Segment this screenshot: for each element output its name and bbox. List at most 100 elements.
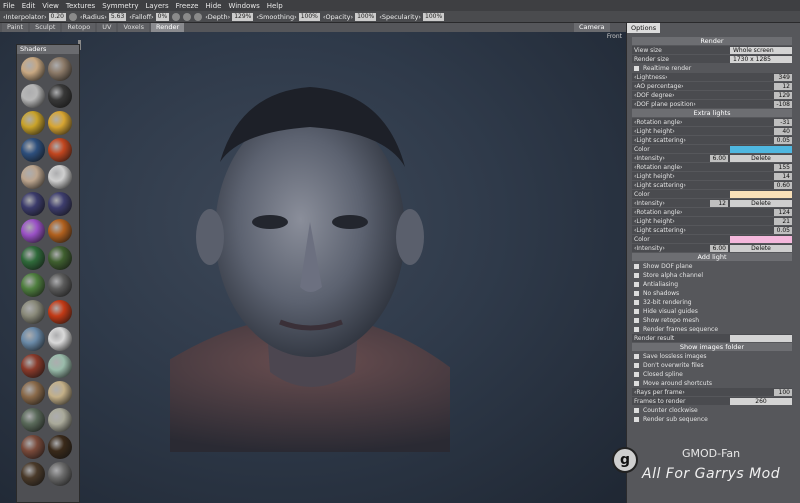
frames-value[interactable]: 260 — [730, 397, 792, 405]
shader-swatch[interactable] — [48, 381, 72, 405]
light2-intensity-row[interactable]: ‹Intensity› 12 Delete — [632, 199, 792, 207]
light3-rotation-value[interactable]: 124 — [774, 208, 792, 216]
show-retopo-check[interactable]: Show retopo mesh — [632, 316, 792, 324]
shader-swatch[interactable] — [21, 354, 45, 378]
show-images-folder-button[interactable]: Show images folder — [632, 343, 792, 351]
shader-swatch[interactable] — [21, 57, 45, 81]
lightness-row[interactable]: ‹Lightness› 349 — [632, 73, 792, 81]
extra-lights-header[interactable]: Extra lights — [632, 109, 792, 117]
add-light-button[interactable]: Add light — [632, 253, 792, 261]
light1-color-swatch[interactable] — [730, 145, 792, 153]
opacity-value[interactable]: 100% — [355, 12, 377, 21]
lock-icon[interactable] — [68, 12, 77, 21]
antialiasing-check[interactable]: Antialiasing — [632, 280, 792, 288]
shader-swatch[interactable] — [48, 57, 72, 81]
menu-edit[interactable]: Edit — [22, 2, 36, 10]
dof-plane-value[interactable]: -108 — [774, 100, 792, 108]
light1-scatter-row[interactable]: ‹Light scattering› 0.05 — [632, 136, 792, 144]
checkbox-icon[interactable] — [634, 416, 639, 422]
view-size-dropdown[interactable]: Whole screen — [730, 46, 792, 54]
shader-swatch[interactable] — [21, 246, 45, 270]
shader-swatch[interactable] — [21, 381, 45, 405]
depth-control[interactable]: ‹Depth› 129% — [205, 12, 254, 21]
ao-row[interactable]: ‹AO percentage› 12 — [632, 82, 792, 90]
render-frames-check[interactable]: Render frames sequence — [632, 325, 792, 333]
checkbox-icon[interactable] — [634, 380, 639, 386]
shader-swatch[interactable] — [21, 165, 45, 189]
specularity-control[interactable]: ‹Specularity› 100% — [379, 12, 445, 21]
lightness-value[interactable]: 349 — [774, 73, 792, 81]
shader-swatch[interactable] — [48, 408, 72, 432]
render-sub-check[interactable]: Render sub sequence — [632, 415, 792, 423]
tab-retopo[interactable]: Retopo — [62, 23, 96, 32]
light3-intensity-row[interactable]: ‹Intensity› 6.00 Delete — [632, 244, 792, 252]
rays-value[interactable]: 100 — [774, 388, 792, 396]
render-size-dropdown[interactable]: 1730 x 1285 — [730, 55, 792, 63]
no-shadows-check[interactable]: No shadows — [632, 289, 792, 297]
checkbox-icon[interactable] — [634, 326, 639, 332]
checkbox-icon[interactable] — [634, 362, 639, 368]
light2-color-swatch[interactable] — [730, 190, 792, 198]
dof-degree-row[interactable]: ‹DOF degree› 129 — [632, 91, 792, 99]
shader-swatch[interactable] — [48, 435, 72, 459]
counter-clockwise-check[interactable]: Counter clockwise — [632, 406, 792, 414]
menu-textures[interactable]: Textures — [66, 2, 95, 10]
interpolator-control[interactable]: ‹Interpolator› 0.20 — [3, 12, 66, 21]
interpolator-value[interactable]: 0.20 — [48, 12, 66, 21]
checkbox-icon[interactable] — [634, 407, 639, 413]
shader-swatch[interactable] — [48, 219, 72, 243]
shader-swatch[interactable] — [21, 327, 45, 351]
light2-scatter-row[interactable]: ‹Light scattering› 0.60 — [632, 181, 792, 189]
checkbox-icon[interactable] — [634, 65, 639, 71]
checkbox-icon[interactable] — [634, 353, 639, 359]
checkbox-icon[interactable] — [634, 263, 639, 269]
realtime-render-check[interactable]: Realtime render — [632, 64, 792, 72]
radius-value[interactable]: 5.63 — [108, 12, 127, 21]
light3-color-swatch[interactable] — [730, 235, 792, 243]
store-alpha-check[interactable]: Store alpha channel — [632, 271, 792, 279]
frames-row[interactable]: Frames to render 260 — [632, 397, 792, 405]
shader-swatch[interactable] — [21, 138, 45, 162]
tab-uv[interactable]: UV — [97, 23, 117, 32]
checkbox-icon[interactable] — [634, 308, 639, 314]
light2-rotation-value[interactable]: 155 — [774, 163, 792, 171]
camera-button[interactable]: Camera — [574, 23, 610, 32]
dof-degree-value[interactable]: 129 — [774, 91, 792, 99]
bit32-check[interactable]: 32-bit rendering — [632, 298, 792, 306]
light1-color-row[interactable]: Color — [632, 145, 792, 153]
specularity-value[interactable]: 100% — [423, 12, 445, 21]
shader-swatch[interactable] — [21, 192, 45, 216]
light2-intensity-value[interactable]: 12 — [710, 199, 728, 207]
light3-scatter-value[interactable]: 0.05 — [774, 226, 792, 234]
shader-swatch[interactable] — [48, 354, 72, 378]
stroke-icon[interactable] — [183, 12, 192, 21]
dont-overwrite-check[interactable]: Don't overwrite files — [632, 361, 792, 369]
checkbox-icon[interactable] — [634, 290, 639, 296]
shader-swatch[interactable] — [48, 300, 72, 324]
light1-rotation-row[interactable]: ‹Rotation angle› -31 — [632, 118, 792, 126]
light3-scatter-row[interactable]: ‹Light scattering› 0.05 — [632, 226, 792, 234]
show-dof-check[interactable]: Show DOF plane — [632, 262, 792, 270]
tab-sculpt[interactable]: Sculpt — [30, 23, 61, 32]
depth-value[interactable]: 129% — [232, 12, 254, 21]
checkbox-icon[interactable] — [634, 371, 639, 377]
shader-swatch[interactable] — [48, 246, 72, 270]
settings-icon[interactable] — [194, 12, 203, 21]
light1-rotation-value[interactable]: -31 — [774, 118, 792, 126]
render-viewport[interactable]: Front — [0, 32, 626, 503]
light2-rotation-row[interactable]: ‹Rotation angle› 155 — [632, 163, 792, 171]
shader-swatch[interactable] — [48, 462, 72, 486]
menu-symmetry[interactable]: Symmetry — [102, 2, 138, 10]
checkbox-icon[interactable] — [634, 272, 639, 278]
checkbox-icon[interactable] — [634, 317, 639, 323]
shader-swatch[interactable] — [21, 300, 45, 324]
light1-intensity-value[interactable]: 6.00 — [710, 154, 728, 162]
light2-color-row[interactable]: Color — [632, 190, 792, 198]
menu-file[interactable]: File — [3, 2, 15, 10]
light2-height-row[interactable]: ‹Light height› 14 — [632, 172, 792, 180]
move-shortcuts-check[interactable]: Move around shortcuts — [632, 379, 792, 387]
smoothing-value[interactable]: 100% — [298, 12, 320, 21]
closed-spline-check[interactable]: Closed spline — [632, 370, 792, 378]
shader-swatch[interactable] — [21, 408, 45, 432]
light3-color-row[interactable]: Color — [632, 235, 792, 243]
